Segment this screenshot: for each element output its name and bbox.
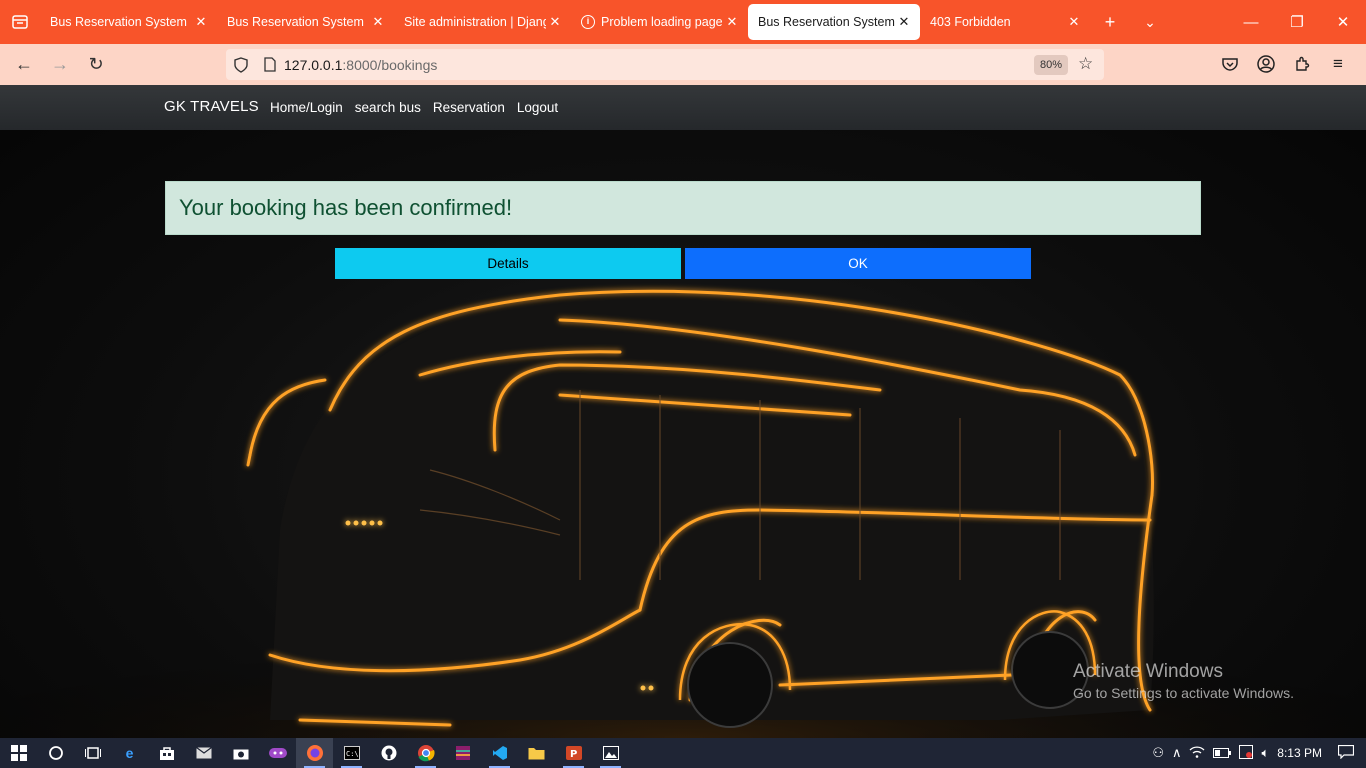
site-navbar: GK TRAVELS Home/Login search bus Reserva… <box>0 85 1366 130</box>
details-button[interactable]: Details <box>335 248 681 279</box>
windows-taskbar: e C:\ P ⚇ ∧ 🔈︎ 8:13 PM <box>0 738 1366 768</box>
notifications-icon[interactable] <box>1326 744 1366 762</box>
github-icon[interactable] <box>370 738 407 768</box>
taskbar-clock[interactable]: 8:13 PM <box>1273 746 1326 760</box>
page-content: GK TRAVELS Home/Login search bus Reserva… <box>0 85 1366 738</box>
restore-icon[interactable]: ❐ <box>1274 0 1320 44</box>
browser-tab[interactable]: i Problem loading page ✕ <box>571 4 748 40</box>
svg-text:C:\: C:\ <box>346 750 359 758</box>
watermark-title: Activate Windows <box>1073 661 1223 682</box>
browser-tab[interactable]: 403 Forbidden ✕ <box>920 4 1090 40</box>
nav-link-reservation[interactable]: Reservation <box>433 100 505 115</box>
battery-icon[interactable] <box>1209 746 1235 761</box>
watermark-subtitle: Go to Settings to activate Windows. <box>1073 685 1294 701</box>
game-bar-icon[interactable] <box>259 738 296 768</box>
hamburger-menu-icon[interactable]: ≡ <box>1320 48 1356 80</box>
info-icon: i <box>581 15 595 29</box>
browser-tab[interactable]: Bus Reservation System in ✕ <box>217 4 394 40</box>
ok-button[interactable]: OK <box>685 248 1031 279</box>
tab-title: 403 Forbidden <box>930 15 1011 29</box>
close-icon[interactable]: ✕ <box>896 14 912 30</box>
close-icon[interactable]: ✕ <box>193 14 209 30</box>
svg-text:P: P <box>570 749 577 760</box>
forward-icon[interactable]: → <box>42 49 78 81</box>
close-window-icon[interactable]: ✕ <box>1320 0 1366 44</box>
booking-confirmed-alert: Your booking has been confirmed! <box>165 181 1201 235</box>
extensions-icon[interactable] <box>1284 48 1320 80</box>
site-nav-links: Home/Login search bus Reservation Logout <box>270 100 558 115</box>
close-icon[interactable]: ✕ <box>724 14 740 30</box>
nav-link-home-login[interactable]: Home/Login <box>270 100 343 115</box>
tab-strip: Bus Reservation System in ✕ Bus Reservat… <box>0 0 1366 44</box>
page-icon[interactable] <box>256 57 284 72</box>
windows-start-icon[interactable] <box>0 738 37 768</box>
activate-windows-watermark: Activate Windows Go to Settings to activ… <box>1073 661 1294 701</box>
new-tab-icon[interactable]: + <box>1090 0 1130 44</box>
firefox-view-icon[interactable] <box>0 0 40 44</box>
nav-link-search-bus[interactable]: search bus <box>355 100 421 115</box>
people-icon[interactable]: ⚇ <box>1148 745 1168 761</box>
browser-tab-active[interactable]: Bus Reservation System in ✕ <box>748 4 920 40</box>
minimize-icon[interactable]: — <box>1228 0 1274 44</box>
alert-message: Your booking has been confirmed! <box>179 195 513 220</box>
search-icon[interactable] <box>37 738 74 768</box>
site-brand[interactable]: GK TRAVELS <box>164 98 259 115</box>
vscode-icon[interactable] <box>481 738 518 768</box>
camera-icon[interactable] <box>222 738 259 768</box>
action-buttons: Details OK <box>335 248 1031 279</box>
close-icon[interactable]: ✕ <box>1066 14 1082 30</box>
url-path: :8000/bookings <box>342 56 438 73</box>
pocket-icon[interactable] <box>1212 48 1248 80</box>
wifi-icon[interactable] <box>1185 745 1209 761</box>
back-icon[interactable]: ← <box>6 49 42 81</box>
edge-browser-icon[interactable]: e <box>111 738 148 768</box>
terminal-icon[interactable]: C:\ <box>333 738 370 768</box>
tab-title: Bus Reservation System in <box>227 15 367 29</box>
bookmark-star-icon[interactable]: ☆ <box>1078 54 1093 74</box>
url-host: 127.0.0.1 <box>284 56 343 73</box>
shield-icon[interactable] <box>226 56 256 73</box>
task-view-icon[interactable] <box>74 738 111 768</box>
browser-tab[interactable]: Bus Reservation System in ✕ <box>40 4 217 40</box>
winrar-icon[interactable] <box>444 738 481 768</box>
close-icon[interactable]: ✕ <box>547 14 563 30</box>
system-tray: ⚇ ∧ 🔈︎ 8:13 PM <box>1148 738 1366 768</box>
chevron-up-icon[interactable]: ∧ <box>1168 745 1186 761</box>
mail-icon[interactable] <box>185 738 222 768</box>
firefox-icon[interactable] <box>296 738 333 768</box>
tab-title: Bus Reservation System in <box>50 15 190 29</box>
reload-icon[interactable]: ↻ <box>78 49 114 81</box>
tab-title: Bus Reservation System in <box>758 15 896 29</box>
chevron-down-icon[interactable]: ⌄ <box>1130 0 1170 44</box>
volume-icon[interactable]: 🔈︎ <box>1257 745 1273 761</box>
file-explorer-icon[interactable] <box>518 738 555 768</box>
security-icon[interactable] <box>1235 744 1257 762</box>
url-bar[interactable]: 127.0.0.1:8000/bookings 80% ☆ <box>226 49 1104 80</box>
tab-title: Site administration | Djang <box>404 15 546 29</box>
close-icon[interactable]: ✕ <box>370 14 386 30</box>
store-icon[interactable] <box>148 738 185 768</box>
tab-title: Problem loading page <box>601 15 723 29</box>
powerpoint-icon[interactable]: P <box>555 738 592 768</box>
nav-link-logout[interactable]: Logout <box>517 100 558 115</box>
chrome-icon[interactable] <box>407 738 444 768</box>
zoom-level-badge[interactable]: 80% <box>1034 55 1069 75</box>
photos-icon[interactable] <box>592 738 629 768</box>
nav-toolbar: ← → ↻ 127.0.0.1:8000/bookings 80% ☆ ≡ <box>0 44 1366 85</box>
account-icon[interactable] <box>1248 48 1284 80</box>
browser-tab[interactable]: Site administration | Djang ✕ <box>394 4 571 40</box>
